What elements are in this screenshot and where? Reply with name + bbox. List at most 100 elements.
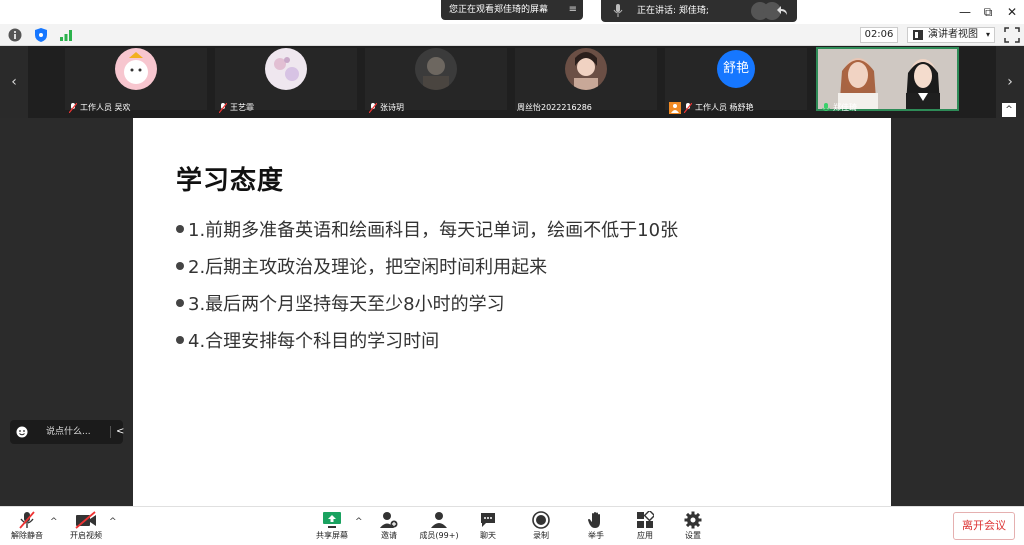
apps-label: 应用 bbox=[637, 531, 653, 540]
cartoon-avatar-icon bbox=[115, 48, 157, 90]
members-button[interactable]: 成员(99+) bbox=[416, 509, 462, 545]
divider bbox=[110, 426, 111, 438]
apps-grid-icon bbox=[637, 511, 654, 528]
collapse-chat-button[interactable]: < bbox=[116, 420, 124, 444]
participant-name: 工作人员 吴欢 bbox=[69, 100, 131, 116]
collapse-strip-button[interactable]: ^ bbox=[1002, 103, 1016, 117]
mic-muted-icon bbox=[684, 102, 692, 113]
participant-tile[interactable]: 张诗玥 bbox=[365, 48, 507, 113]
photo-avatar-icon bbox=[565, 48, 607, 90]
slide-bullet: 2.后期主攻政治及理论，把空闲时间利用起来 bbox=[176, 255, 678, 292]
viewing-text: 您正在观看郑佳琦的屏幕 bbox=[449, 5, 549, 15]
participant-name: 郑佳琦 bbox=[822, 100, 857, 116]
invite-button[interactable]: 邀请 bbox=[374, 509, 404, 545]
participant-tile[interactable]: 王艺霏 bbox=[215, 48, 357, 113]
record-icon bbox=[532, 511, 550, 529]
invite-label: 邀请 bbox=[381, 531, 397, 540]
slide-title: 学习态度 bbox=[176, 166, 285, 196]
security-shield-icon[interactable] bbox=[34, 28, 48, 42]
record-button[interactable]: 录制 bbox=[527, 509, 555, 545]
bullet-dot-icon bbox=[176, 225, 184, 233]
participant-strip: ‹ 工作人员 吴欢 王艺霏 张诗玥 周丝怡2022216286 舒艳 工作人员 … bbox=[0, 46, 1024, 118]
settings-label: 设置 bbox=[685, 531, 701, 540]
participant-name: 王艺霏 bbox=[219, 100, 254, 116]
slide-bullet: 4.合理安排每个科目的学习时间 bbox=[176, 329, 678, 366]
slide-bullet-list: 1.前期多准备英语和绘画科目，每天记单词，绘画不低于10张 2.后期主攻政治及理… bbox=[176, 218, 678, 366]
chat-quick-input[interactable]: 说点什么... < bbox=[10, 420, 124, 444]
apps-button[interactable]: 应用 bbox=[631, 509, 659, 545]
restore-button[interactable]: ⧉ bbox=[978, 2, 998, 22]
audio-options-caret[interactable]: ^ bbox=[50, 517, 58, 527]
share-screen-button[interactable]: 共享屏幕 bbox=[312, 509, 352, 545]
settings-button[interactable]: 设置 bbox=[679, 509, 707, 545]
meeting-app: 您正在观看郑佳琦的屏幕 ≡ 正在讲话: 郑佳琦; — ⧉ ✕ 02:06 演讲者… bbox=[0, 0, 1024, 545]
speaking-text: 正在讲话: 郑佳琦; bbox=[637, 6, 709, 16]
fullscreen-icon[interactable] bbox=[1004, 27, 1020, 43]
title-bar: 您正在观看郑佳琦的屏幕 ≡ 正在讲话: 郑佳琦; — ⧉ ✕ bbox=[0, 0, 1024, 24]
leave-meeting-button[interactable]: 离开会议 bbox=[953, 512, 1015, 540]
members-label: 成员(99+) bbox=[419, 531, 459, 540]
emoji-icon[interactable] bbox=[16, 426, 28, 438]
chat-placeholder[interactable]: 说点什么... bbox=[46, 420, 91, 444]
mic-active-icon bbox=[822, 102, 830, 111]
viewing-screen-indicator[interactable]: 您正在观看郑佳琦的屏幕 ≡ bbox=[441, 0, 583, 20]
close-button[interactable]: ✕ bbox=[1002, 2, 1022, 22]
presentation-slide: 学习态度 1.前期多准备英语和绘画科目，每天记单词，绘画不低于10张 2.后期主… bbox=[133, 118, 891, 506]
menu-icon[interactable]: ≡ bbox=[569, 0, 577, 20]
mic-muted-icon bbox=[369, 102, 377, 113]
participant-name: 张诗玥 bbox=[369, 100, 404, 116]
back-arrow-icon[interactable] bbox=[777, 5, 789, 17]
layout-icon bbox=[913, 30, 923, 40]
record-label: 录制 bbox=[533, 531, 549, 540]
chat-bubble-icon bbox=[481, 513, 495, 527]
shared-screen-area: 学习态度 1.前期多准备英语和绘画科目，每天记单词，绘画不低于10张 2.后期主… bbox=[0, 118, 1024, 506]
text-avatar: 舒艳 bbox=[717, 50, 755, 88]
unmute-button[interactable]: 解除静音 bbox=[8, 509, 46, 545]
host-person-icon bbox=[669, 101, 681, 114]
meeting-controls-bar: 解除静音 ^ 开启视频 ^ 共享屏幕 ^ 邀请 成员(99+) 聊天 录制 举手… bbox=[0, 506, 1024, 545]
add-person-icon bbox=[380, 512, 398, 528]
gear-icon bbox=[684, 511, 702, 529]
microphone-icon bbox=[613, 4, 623, 17]
participant-tile[interactable]: 周丝怡2022216286 bbox=[515, 48, 657, 112]
strip-prev-button[interactable]: ‹ bbox=[0, 46, 28, 118]
speaking-indicator: 正在讲话: 郑佳琦; bbox=[601, 0, 797, 22]
bullet-dot-icon bbox=[176, 262, 184, 270]
participant-tile[interactable]: 工作人员 吴欢 bbox=[65, 48, 207, 113]
meeting-info-bar: 02:06 演讲者视图 ▾ bbox=[0, 24, 1024, 46]
slide-bullet: 1.前期多准备英语和绘画科目，每天记单词，绘画不低于10张 bbox=[176, 218, 678, 255]
share-options-caret[interactable]: ^ bbox=[355, 517, 363, 527]
raise-hand-label: 举手 bbox=[588, 531, 604, 540]
participant-name: 工作人员 杨舒艳 bbox=[669, 100, 754, 116]
mic-muted-icon bbox=[19, 511, 35, 529]
video-off-icon bbox=[75, 511, 96, 529]
participant-tile-active[interactable]: 郑佳琦 bbox=[816, 47, 959, 112]
share-screen-icon bbox=[323, 512, 341, 528]
floral-avatar-icon bbox=[265, 48, 307, 90]
dropdown-caret-icon: ▾ bbox=[985, 30, 990, 39]
start-video-button[interactable]: 开启视频 bbox=[66, 509, 106, 545]
participant-name: 周丝怡2022216286 bbox=[517, 103, 592, 112]
minimize-button[interactable]: — bbox=[955, 2, 975, 22]
chat-label: 聊天 bbox=[480, 531, 496, 540]
presenter-view-label: 演讲者视图 bbox=[928, 29, 978, 40]
raise-hand-button[interactable]: 举手 bbox=[582, 509, 610, 545]
members-icon bbox=[431, 512, 447, 528]
photo-avatar-icon bbox=[415, 48, 457, 90]
bullet-dot-icon bbox=[176, 299, 184, 307]
participant-tile[interactable]: 舒艳 工作人员 杨舒艳 bbox=[665, 48, 807, 114]
mic-muted-icon bbox=[219, 102, 227, 113]
share-screen-label: 共享屏幕 bbox=[316, 531, 348, 540]
bullet-dot-icon bbox=[176, 336, 184, 344]
unmute-label: 解除静音 bbox=[11, 531, 43, 540]
meeting-timer: 02:06 bbox=[860, 27, 898, 43]
slide-bullet: 3.最后两个月坚持每天至少8小时的学习 bbox=[176, 292, 678, 329]
video-options-caret[interactable]: ^ bbox=[109, 517, 117, 527]
chat-button[interactable]: 聊天 bbox=[474, 509, 502, 545]
presenter-view-dropdown[interactable]: 演讲者视图 ▾ bbox=[907, 27, 995, 43]
start-video-label: 开启视频 bbox=[70, 531, 102, 540]
hand-icon bbox=[588, 512, 600, 528]
signal-strength-icon[interactable] bbox=[59, 28, 73, 42]
mic-muted-icon bbox=[69, 102, 77, 113]
info-icon[interactable] bbox=[8, 28, 22, 42]
